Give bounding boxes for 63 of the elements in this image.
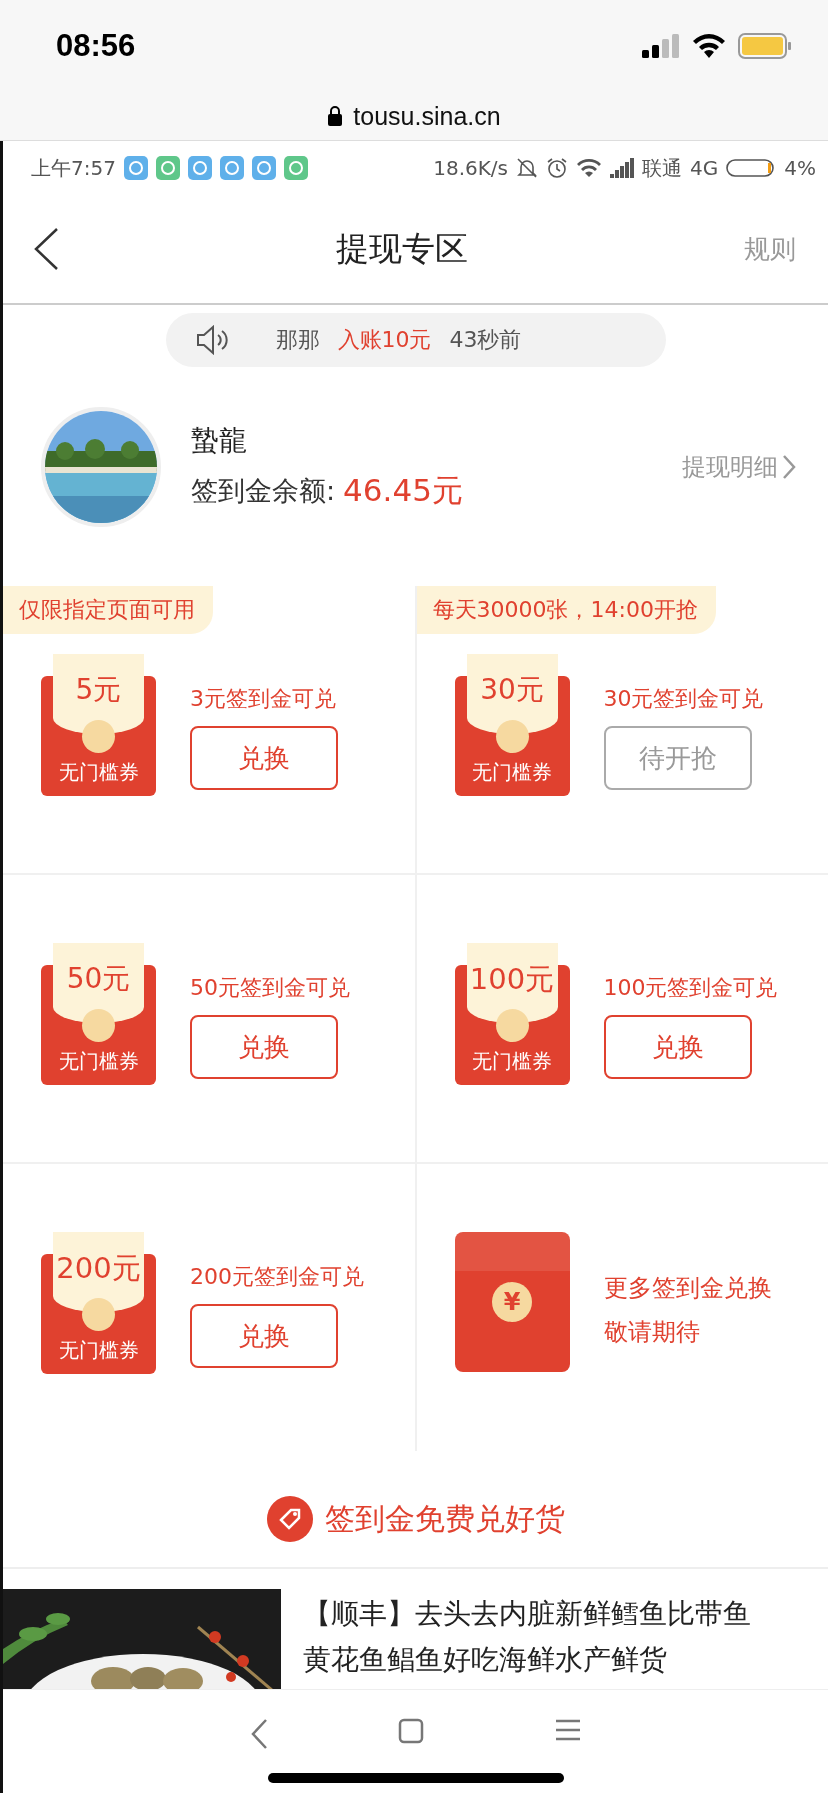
coupon-tag: 每天30000张，14:00开抢 <box>416 586 716 634</box>
chevron-icon <box>782 453 796 480</box>
coupon-condition: 100元签到金可兑 <box>603 974 778 1002</box>
balance-label: 签到金余额: <box>191 473 336 508</box>
rules-link[interactable]: 规则 <box>744 231 796 267</box>
balance-amount: 46.45元 <box>343 470 463 510</box>
section-title: 签到金免费兑好货 <box>324 1499 565 1538</box>
coupon-tag: 仅限指定页面可用 <box>3 586 213 634</box>
app-notification-icon <box>251 156 276 180</box>
home-icon[interactable] <box>397 1718 424 1744</box>
tag-icon <box>266 1496 313 1542</box>
battery-percent: 4% <box>784 156 816 180</box>
notice-amount: 入账10元 <box>337 326 432 354</box>
coupon-condition: 3元签到金可兑 <box>190 685 337 713</box>
product-title[interactable]: 【顺丰】去头去内脏新鲜鳕鱼比带鱼黄花鱼鲳鱼好吃海鲜水产鲜货 <box>303 1591 773 1689</box>
app-notification-icon <box>155 156 180 180</box>
speaker-icon <box>195 325 228 355</box>
bell-off-icon <box>516 157 539 179</box>
coupon-amount: 200元 <box>56 1254 141 1287</box>
menu-icon[interactable] <box>553 1718 582 1742</box>
coupon-condition: 30元签到金可兑 <box>603 685 764 713</box>
back-icon[interactable] <box>33 228 59 270</box>
wifi-icon <box>692 34 726 58</box>
coupon-caption: 无门槛券 <box>57 1048 140 1075</box>
wifi-icon <box>576 158 603 178</box>
notice-time: 43秒前 <box>449 326 522 354</box>
signal-icon <box>610 158 635 178</box>
lock-icon <box>327 106 344 126</box>
withdraw-details-link[interactable]: 提现明细 <box>682 450 796 483</box>
coming-soon-text: 更多签到金兑换 <box>603 1273 772 1304</box>
carrier-name: 联通 <box>642 154 683 182</box>
exchange-button[interactable]: 兑换 <box>190 726 338 790</box>
coupon-amount: 50元 <box>66 965 131 997</box>
notice-user: 那那 <box>275 326 320 354</box>
coupon-caption: 无门槛券 <box>57 1337 140 1364</box>
coming-soon-text: 敬请期待 <box>603 1317 701 1348</box>
status-time: 上午7:57 <box>31 154 116 182</box>
battery-icon <box>726 158 777 178</box>
user-name: 蟄龍 <box>191 422 248 459</box>
url-text[interactable]: tousu.sina.cn <box>353 101 501 131</box>
exchange-button[interactable]: 兑换 <box>190 1015 338 1079</box>
coupon-caption: 无门槛券 <box>471 1048 553 1075</box>
network-speed: 18.6K/s <box>433 156 509 180</box>
coupon-amount: 30元 <box>480 676 544 708</box>
app-notification-icon <box>283 156 308 180</box>
app-notification-icon <box>123 156 148 180</box>
page-title: 提现专区 <box>335 227 468 270</box>
network-type: 4G <box>690 156 719 180</box>
app-notification-icon <box>219 156 244 180</box>
exchange-button[interactable]: 兑换 <box>190 1304 338 1368</box>
app-notification-icon <box>187 156 212 180</box>
alarm-icon <box>546 157 569 179</box>
coupon-amount: 100元 <box>469 965 555 998</box>
coupon-condition: 50元签到金可兑 <box>190 974 350 1002</box>
coupon-amount: 5元 <box>75 676 122 708</box>
coupon-condition: 200元签到金可兑 <box>190 1263 364 1291</box>
coupon-caption: 无门槛券 <box>57 759 140 786</box>
coin-icon: ¥ <box>492 1282 532 1322</box>
exchange-button[interactable]: 兑换 <box>603 1015 752 1079</box>
status-time: 08:56 <box>56 28 136 64</box>
battery-icon <box>738 33 792 59</box>
signal-icon <box>642 34 680 58</box>
coupon-caption: 无门槛券 <box>471 759 553 786</box>
